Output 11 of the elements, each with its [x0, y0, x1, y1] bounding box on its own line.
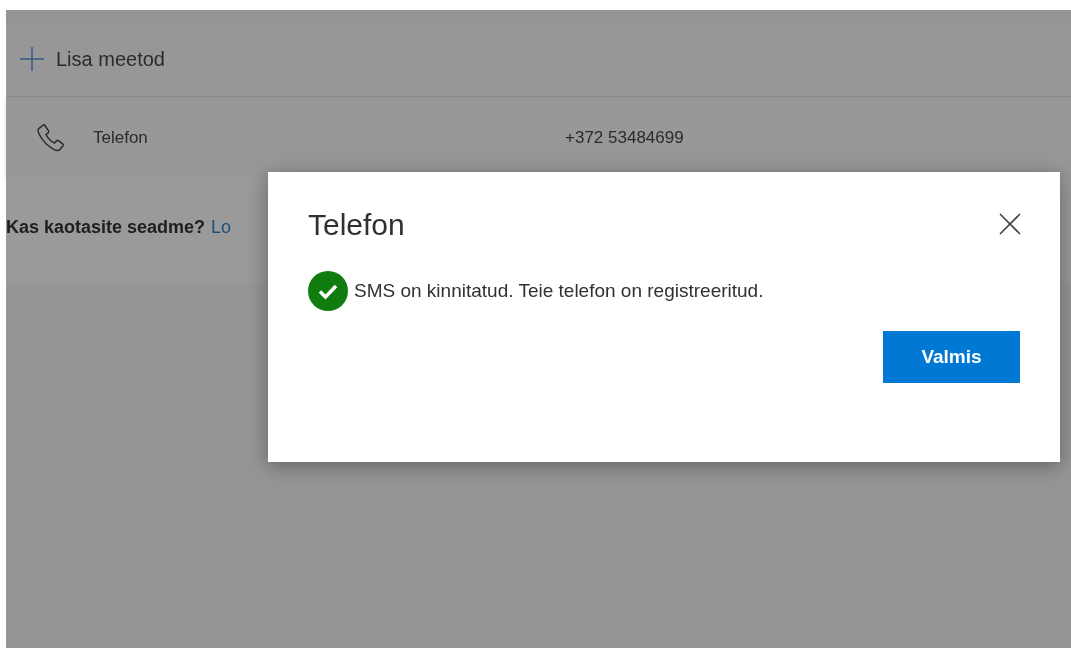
method-name: Telefon — [93, 126, 149, 149]
done-button[interactable]: Valmis — [883, 331, 1020, 383]
success-message: SMS on kinnitatud. Teie telefon on registreeritud. — [354, 278, 764, 303]
success-check-icon — [308, 271, 348, 311]
dialog-title: Telefon — [308, 207, 405, 243]
add-method-link[interactable]: Lisa meetod — [56, 44, 165, 74]
method-value: +372 53484699 — [565, 126, 684, 149]
lost-device-link[interactable]: Lo — [211, 213, 232, 241]
close-button[interactable] — [998, 212, 1022, 236]
close-icon — [998, 212, 1022, 236]
lost-device-question: Kas kaotasite seadme? — [6, 215, 206, 239]
